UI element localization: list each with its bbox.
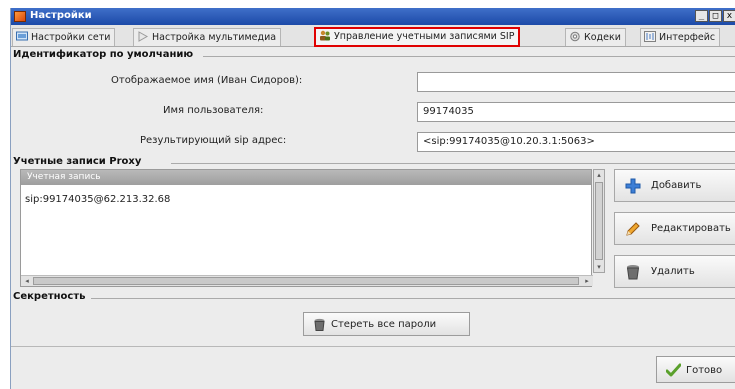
- vertical-scrollbar[interactable]: ▴ ▾: [593, 169, 605, 273]
- app-icon: [14, 11, 26, 22]
- done-label: Готово: [686, 365, 723, 376]
- pencil-icon: [626, 222, 640, 236]
- window-title: Настройки: [30, 10, 92, 21]
- tab-label: Настройки сети: [31, 32, 111, 43]
- minimize-button[interactable]: _: [695, 10, 708, 22]
- scroll-right-icon[interactable]: ▸: [582, 277, 592, 285]
- add-button-label: Добавить: [651, 180, 702, 191]
- add-account-button[interactable]: Добавить: [614, 169, 735, 202]
- tab-label: Управление учетными записями SIP: [334, 31, 515, 42]
- maximize-button[interactable]: □: [709, 10, 722, 22]
- scroll-thumb[interactable]: [595, 182, 603, 260]
- edit-account-button[interactable]: Редактировать: [614, 212, 735, 245]
- scroll-down-icon[interactable]: ▾: [594, 262, 604, 272]
- section-title-privacy: Секретность: [13, 291, 86, 302]
- display-name-label: Отображаемое имя (Иван Сидоров):: [111, 75, 303, 86]
- tab-label: Кодеки: [584, 32, 621, 43]
- section-divider: [203, 56, 735, 57]
- sip-address-label: Результирующий sip адрес:: [140, 135, 287, 146]
- tab-multimedia-settings[interactable]: Настройка мультимедиа: [133, 28, 282, 46]
- column-header-account[interactable]: Учетная запись: [21, 170, 591, 185]
- trash-icon: [314, 318, 325, 331]
- clear-passwords-label: Стереть все пароли: [331, 319, 437, 330]
- section-title-proxy-accounts: Учетные записи Proxy: [13, 156, 142, 167]
- list-item[interactable]: sip:99174035@62.213.32.68: [25, 194, 170, 205]
- title-bar: Настройки _ □ x: [11, 8, 735, 25]
- users-icon: [320, 30, 330, 41]
- section-divider: [91, 298, 735, 299]
- tab-label: Настройка мультимедиа: [152, 32, 277, 43]
- delete-button-label: Удалить: [651, 266, 695, 277]
- section-divider: [171, 163, 735, 164]
- tab-interface[interactable]: Интерфейс: [640, 28, 721, 46]
- tab-bar: Настройки сети Настройка мультимедиа Упр…: [11, 25, 735, 47]
- horizontal-scrollbar[interactable]: ◂ ▸: [21, 275, 593, 286]
- close-button[interactable]: x: [723, 10, 735, 22]
- tab-label: Интерфейс: [659, 32, 716, 43]
- username-label: Имя пользователя:: [163, 105, 264, 116]
- sip-address-field: <sip:99174035@10.20.3.1:5063>: [417, 132, 735, 152]
- display-name-field[interactable]: [417, 72, 735, 92]
- scroll-up-icon[interactable]: ▴: [594, 170, 604, 180]
- edit-button-label: Редактировать: [651, 223, 731, 234]
- proxy-accounts-list[interactable]: Учетная запись sip:99174035@62.213.32.68…: [20, 169, 593, 287]
- network-icon: [16, 31, 28, 41]
- settings-window: Настройки _ □ x Настройки сети Настройка…: [10, 8, 735, 389]
- multimedia-icon: [138, 31, 149, 42]
- plus-icon: [625, 178, 641, 194]
- username-field[interactable]: 99174035: [417, 102, 735, 122]
- tab-sip-accounts[interactable]: Управление учетными записями SIP: [314, 27, 521, 47]
- done-button[interactable]: Готово: [656, 356, 735, 383]
- tab-network-settings[interactable]: Настройки сети: [12, 28, 116, 46]
- clear-passwords-button[interactable]: Стереть все пароли: [303, 312, 470, 336]
- codecs-icon: [570, 31, 580, 42]
- scroll-left-icon[interactable]: ◂: [22, 277, 32, 285]
- interface-icon: [644, 31, 656, 42]
- delete-account-button[interactable]: Удалить: [614, 255, 735, 288]
- checkmark-icon: [666, 363, 681, 377]
- tab-codecs[interactable]: Кодеки: [565, 28, 626, 46]
- scroll-thumb[interactable]: [33, 277, 579, 285]
- trash-icon: [626, 265, 640, 280]
- footer-divider: [11, 346, 735, 347]
- section-title-default-identity: Идентификатор по умолчанию: [13, 49, 194, 60]
